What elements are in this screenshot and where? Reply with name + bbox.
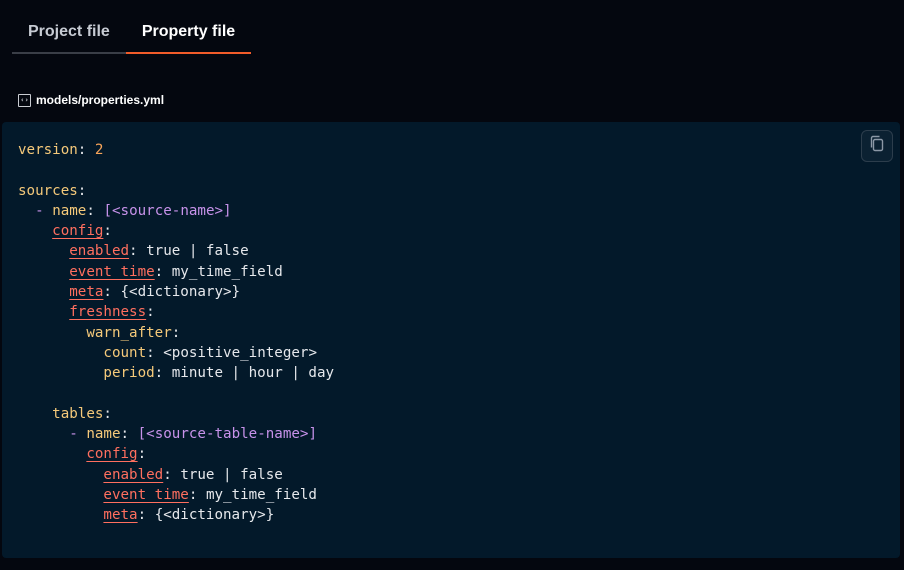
code-line: config: bbox=[52, 223, 112, 240]
code-line: event_time: my_time_field bbox=[69, 263, 283, 280]
copy-button[interactable] bbox=[861, 130, 893, 162]
code-line: config: bbox=[86, 446, 147, 463]
code-line: freshness: bbox=[69, 304, 155, 321]
code-line: event_time: my_time_field bbox=[103, 487, 317, 504]
copy-icon bbox=[869, 135, 885, 158]
file-header: ‹› models/properties.yml bbox=[18, 93, 164, 107]
code-line: enabled: true | false bbox=[69, 243, 249, 260]
file-path: models/properties.yml bbox=[36, 93, 165, 107]
code-line: warn_after: bbox=[86, 324, 181, 341]
code-block: version: 2 sources: - name: [<source-nam… bbox=[2, 122, 900, 558]
code-line: - name: [<source-table-name>] bbox=[69, 426, 317, 443]
code-file-icon: ‹› bbox=[18, 93, 31, 107]
code-line: enabled: true | false bbox=[103, 466, 283, 483]
config-link[interactable]: config bbox=[52, 223, 103, 239]
config-link[interactable]: config bbox=[86, 446, 137, 462]
event-time-link[interactable]: event_time bbox=[103, 487, 188, 503]
event-time-link[interactable]: event_time bbox=[69, 264, 154, 280]
code-line: count: <positive_integer> bbox=[103, 344, 317, 361]
code-line: version: 2 bbox=[18, 142, 104, 158]
tab-property-file[interactable]: Property file bbox=[125, 12, 252, 54]
enabled-link[interactable]: enabled bbox=[103, 467, 163, 483]
code-line: meta: {<dictionary>} bbox=[69, 284, 241, 301]
code-line: meta: {<dictionary>} bbox=[103, 507, 275, 524]
freshness-link[interactable]: freshness bbox=[69, 304, 146, 320]
code-content: version: 2 sources: - name: [<source-nam… bbox=[18, 140, 334, 526]
tab-project-file[interactable]: Project file bbox=[12, 12, 126, 54]
meta-link[interactable]: meta bbox=[69, 284, 103, 300]
code-line: period: minute | hour | day bbox=[103, 365, 335, 382]
enabled-link[interactable]: enabled bbox=[69, 243, 129, 259]
code-line: tables: bbox=[52, 405, 112, 422]
file-tabs: Project file Property file bbox=[12, 12, 252, 54]
meta-link[interactable]: meta bbox=[103, 507, 137, 523]
code-line: - name: [<source-name>] bbox=[35, 202, 232, 219]
code-line: sources: bbox=[18, 182, 87, 199]
